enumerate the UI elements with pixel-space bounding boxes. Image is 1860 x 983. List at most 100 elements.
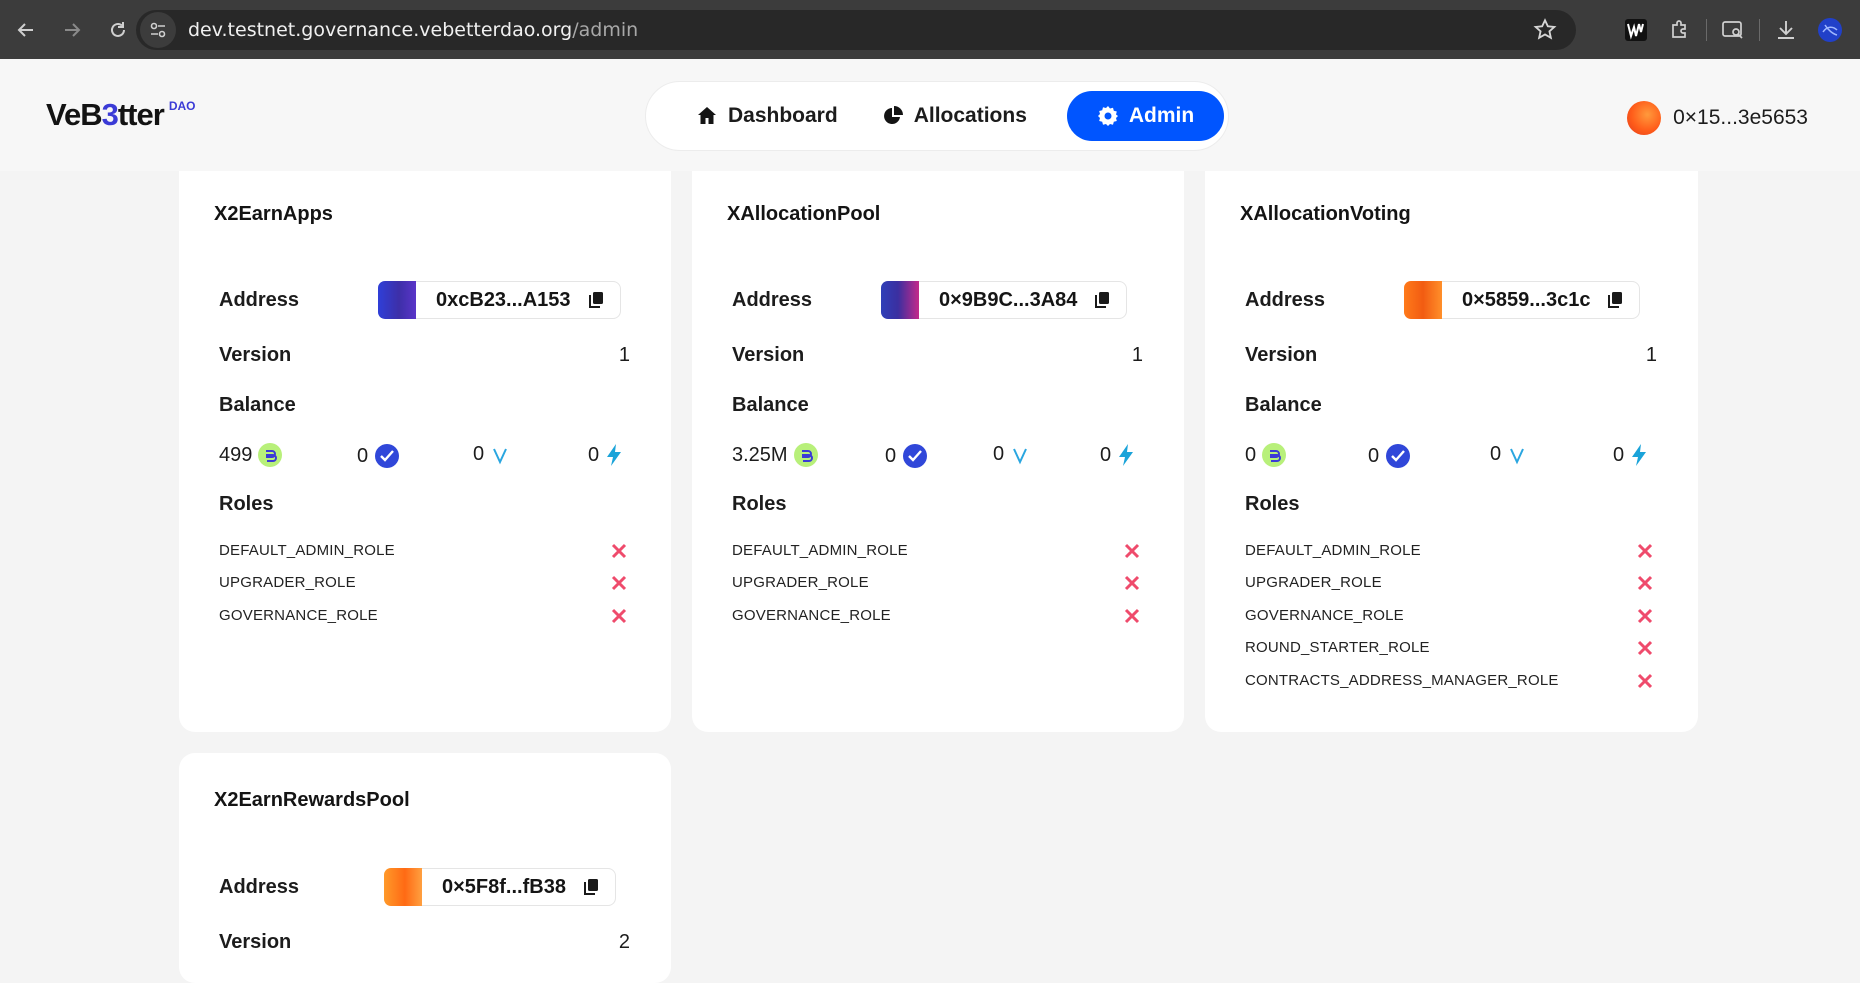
vtho-lightning-icon: [1630, 443, 1648, 467]
address-text: 0×5859...3c1c: [1462, 288, 1591, 311]
logo-dao-badge: DAO: [168, 99, 196, 113]
card-title: XAllocationVoting: [1240, 203, 1411, 225]
balance-b3tr-value: 3.25M: [732, 443, 788, 466]
app-header: VeB3tter DAO Dashboard Allocations Admin…: [0, 59, 1860, 171]
address-identicon: [881, 281, 919, 319]
vet-token-icon: [1507, 445, 1527, 465]
copy-icon[interactable]: [588, 291, 604, 309]
role-name: DEFAULT_ADMIN_ROLE: [219, 542, 395, 559]
balance-vet: 0: [993, 443, 1030, 466]
forward-icon[interactable]: [52, 10, 92, 50]
roles-label: Roles: [219, 493, 274, 515]
vtho-lightning-icon: [605, 443, 623, 467]
url-host: dev.testnet.governance.vebetterdao.org: [188, 19, 573, 41]
url-text: dev.testnet.governance.vebetterdao.org/a…: [188, 19, 638, 41]
toolbar-divider: [1759, 18, 1760, 41]
balance-vot3-value: 0: [357, 444, 369, 467]
balance-vet: 0: [1490, 443, 1527, 466]
vot3-token-icon: [902, 443, 928, 469]
role-denied-x-icon: [1637, 673, 1653, 689]
version-value: 1: [1645, 344, 1657, 366]
role-name: GOVERNANCE_ROLE: [1245, 607, 1404, 624]
extensions-puzzle-icon[interactable]: [1658, 8, 1702, 52]
balance-vet-value: 0: [473, 443, 485, 465]
nav-admin-label: Admin: [1128, 104, 1195, 127]
site-settings-icon[interactable]: [140, 12, 176, 48]
version-value: 1: [618, 344, 630, 366]
extension-w-icon[interactable]: [1614, 8, 1658, 52]
card-title: XAllocationPool: [727, 203, 881, 225]
version-label: Version: [732, 344, 805, 366]
version-value: 1: [1131, 344, 1143, 366]
nav-allocations[interactable]: Allocations: [860, 91, 1049, 141]
address-chip[interactable]: 0×5F8f...fB38: [384, 868, 616, 906]
contract-card-xallocationpool: XAllocationPool Address 0×9B9C...3A84 Ve…: [692, 171, 1184, 732]
balance-vot3-value: 0: [1368, 444, 1380, 467]
toolbar-divider: [1706, 18, 1707, 41]
bookmark-star-icon[interactable]: [1532, 17, 1558, 48]
home-icon: [696, 105, 718, 127]
contract-card-xallocationvoting: XAllocationVoting Address 0×5859...3c1c …: [1205, 171, 1698, 732]
contract-card-x2earnapps: X2EarnApps Address 0xcB23...A153 Version…: [179, 171, 671, 732]
role-denied-x-icon: [611, 575, 627, 591]
address-identicon: [384, 868, 422, 906]
balance-vot3: 0: [357, 443, 400, 469]
address-label: Address: [219, 876, 300, 898]
vebetter-logo[interactable]: VeB3tter DAO: [46, 97, 195, 133]
balance-vot3: 0: [1368, 443, 1411, 469]
copy-icon[interactable]: [1094, 291, 1110, 309]
tab-search-icon[interactable]: [1711, 8, 1755, 52]
balance-vtho: 0: [1100, 443, 1135, 467]
balance-vot3-value: 0: [885, 444, 897, 467]
back-icon[interactable]: [6, 10, 46, 50]
copy-icon[interactable]: [583, 878, 599, 896]
vot3-token-icon: [374, 443, 400, 469]
address-chip[interactable]: 0xcB23...A153: [378, 281, 621, 319]
role-name: CONTRACTS_ADDRESS_MANAGER_ROLE: [1245, 672, 1559, 689]
profile-avatar-icon[interactable]: [1808, 8, 1852, 52]
b3tr-token-icon: [793, 443, 818, 467]
nav-dashboard[interactable]: Dashboard: [674, 91, 860, 141]
role-denied-x-icon: [1124, 575, 1140, 591]
nav-admin[interactable]: Admin: [1066, 91, 1225, 141]
role-name: UPGRADER_ROLE: [219, 574, 356, 591]
balance-vtho-value: 0: [1613, 443, 1625, 466]
main-nav: Dashboard Allocations Admin: [645, 81, 1229, 151]
balance-b3tr-value: 0: [1245, 443, 1257, 466]
logo-text-end: tter: [117, 97, 165, 132]
balance-label: Balance: [219, 394, 296, 416]
contract-card-x2earnrewardspool: X2EarnRewardsPool Address 0×5F8f...fB38 …: [179, 753, 671, 983]
wallet-address: 0×15...3e5653: [1673, 106, 1808, 129]
reload-icon[interactable]: [98, 10, 138, 50]
address-identicon: [1404, 281, 1442, 319]
balance-label: Balance: [732, 394, 809, 416]
address-bar[interactable]: dev.testnet.governance.vebetterdao.org/a…: [136, 10, 1576, 50]
balance-vtho-value: 0: [1100, 443, 1112, 466]
browser-toolbar: dev.testnet.governance.vebetterdao.org/a…: [0, 0, 1860, 59]
wallet-button[interactable]: 0×15...3e5653: [1627, 101, 1808, 135]
download-icon[interactable]: [1764, 8, 1808, 52]
role-name: GOVERNANCE_ROLE: [732, 607, 891, 624]
role-denied-x-icon: [1637, 543, 1653, 559]
card-title: X2EarnApps: [214, 203, 333, 225]
role-denied-x-icon: [611, 608, 627, 624]
copy-icon[interactable]: [1607, 291, 1623, 309]
nav-allocations-label: Allocations: [913, 104, 1027, 127]
vtho-lightning-icon: [1117, 443, 1135, 467]
balance-b3tr: 499: [219, 443, 283, 467]
balance-label: Balance: [1245, 394, 1322, 416]
role-name: GOVERNANCE_ROLE: [219, 607, 378, 624]
address-label: Address: [732, 289, 813, 311]
logo-text: VeB: [46, 97, 103, 132]
role-denied-x-icon: [1637, 575, 1653, 591]
address-chip[interactable]: 0×5859...3c1c: [1404, 281, 1641, 319]
card-title: X2EarnRewardsPool: [214, 789, 410, 811]
address-chip[interactable]: 0×9B9C...3A84: [881, 281, 1128, 319]
version-label: Version: [219, 931, 292, 953]
pie-chart-icon: [882, 105, 904, 127]
balance-vet-value: 0: [1490, 443, 1502, 465]
version-label: Version: [1245, 344, 1318, 366]
version-value: 2: [618, 931, 630, 953]
balance-b3tr: 3.25M: [732, 443, 818, 467]
role-name: UPGRADER_ROLE: [1245, 574, 1382, 591]
